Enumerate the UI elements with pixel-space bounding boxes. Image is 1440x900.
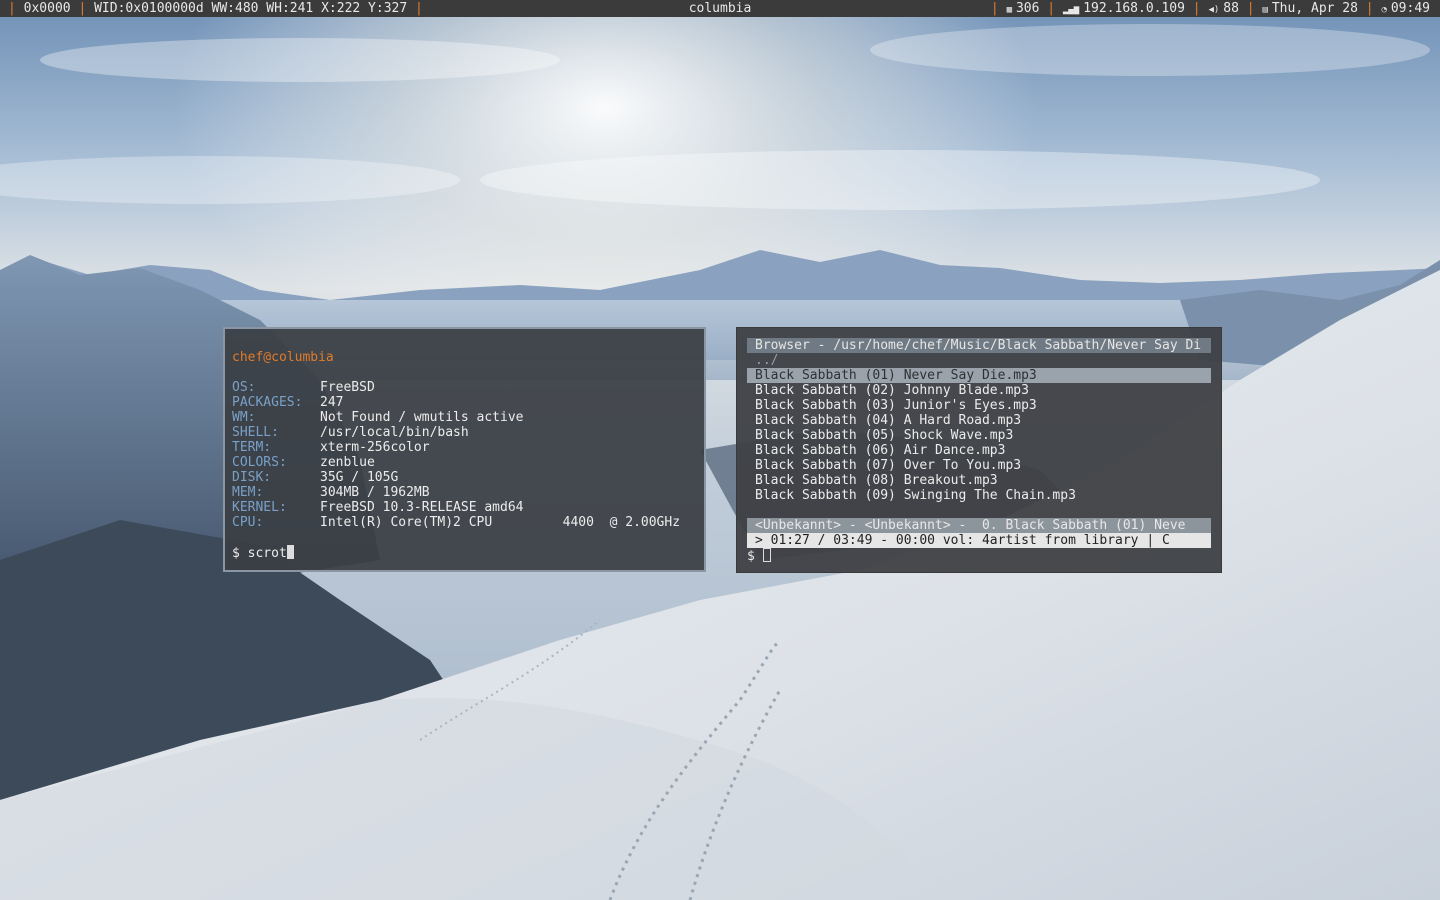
info-value: FreeBSD xyxy=(320,380,375,395)
info-value: FreeBSD 10.3-RELEASE amd64 xyxy=(320,500,524,515)
memory-value: 306 xyxy=(1015,1,1040,16)
signal-icon: ▂▄▆ xyxy=(1062,5,1080,15)
info-value: 304MB / 1962MB xyxy=(320,485,430,500)
info-key: OS: xyxy=(232,380,256,395)
info-key: SHELL: xyxy=(232,425,279,440)
system-info-row: CPU: Intel(R) Core(TM)2 CPU 4400 @ 2.00GH… xyxy=(232,515,704,530)
clock-icon: ◔ xyxy=(1381,5,1387,15)
track-item[interactable]: Black Sabbath (06) Air Dance.mp3 xyxy=(747,443,1221,458)
track-item-selected[interactable]: Black Sabbath (01) Never Say Die.mp3 xyxy=(747,368,1211,383)
info-value: 35G / 105G xyxy=(320,470,399,485)
parent-directory-item[interactable]: ../ xyxy=(747,353,1221,368)
hostname-title: columbia xyxy=(688,1,752,16)
info-value: /usr/local/bin/bash xyxy=(320,425,469,440)
info-value: xterm-256color xyxy=(320,440,430,455)
fetch-terminal-window[interactable]: chef@columbia OS: FreeBSD PACKAGES: 247 WM: N… xyxy=(223,327,706,572)
info-value: zenblue xyxy=(320,455,375,470)
separator: | xyxy=(78,1,87,16)
track-item[interactable]: Black Sabbath (04) A Hard Road.mp3 xyxy=(747,413,1221,428)
system-info-row: OS: FreeBSD xyxy=(232,380,704,395)
system-info-row: PACKAGES: 247 xyxy=(232,395,704,410)
player-progress-line: > 01:27 / 03:49 - 00:00 vol: 4artist fro… xyxy=(747,533,1211,548)
track-list: Black Sabbath (01) Never Say Die.mp3 Blac… xyxy=(747,368,1221,503)
info-value: Intel(R) Core(TM)2 CPU 4400 @ 2.00GHz xyxy=(320,515,681,530)
track-item[interactable]: Black Sabbath (08) Breakout.mp3 xyxy=(747,473,1221,488)
text-cursor xyxy=(762,548,771,562)
info-key: TERM: xyxy=(232,440,272,455)
prompt-command: $ scrot xyxy=(232,546,287,561)
status-bar-right: | ▦ 306 | ▂▄▆ 192.168.0.109 | ◀) 88 | ▤ Thu,… xyxy=(991,0,1430,19)
system-info-row: COLORS: zenblue xyxy=(232,455,704,470)
ip-address: 192.168.0.109 xyxy=(1083,1,1185,16)
user-host: chef@columbia xyxy=(232,350,334,365)
info-key: KERNEL: xyxy=(232,500,287,515)
memory-icon: ▦ xyxy=(1006,5,1012,15)
system-info-row: WM: Not Found / wmutils active xyxy=(232,410,704,425)
info-key: COLORS: xyxy=(232,455,287,470)
system-info-row: KERNEL: FreeBSD 10.3-RELEASE amd64 xyxy=(232,500,704,515)
track-item[interactable]: Black Sabbath (03) Junior's Eyes.mp3 xyxy=(747,398,1221,413)
text-cursor xyxy=(286,545,294,559)
system-info-row: SHELL: /usr/local/bin/bash xyxy=(232,425,704,440)
info-key: PACKAGES: xyxy=(232,395,303,410)
separator: | xyxy=(1246,1,1255,16)
now-playing-status: <Unbekannt> - <Unbekannt> - 0. Black Sab… xyxy=(747,518,1211,533)
system-info-row: MEM: 304MB / 1962MB xyxy=(232,485,704,500)
system-info-row: DISK: 35G / 105G xyxy=(232,470,704,485)
prompt-symbol: $ xyxy=(747,549,763,564)
track-item[interactable]: Black Sabbath (05) Shock Wave.mp3 xyxy=(747,428,1221,443)
separator: | xyxy=(8,1,16,16)
separator: | xyxy=(1365,1,1374,16)
calendar-icon: ▤ xyxy=(1262,5,1268,15)
time-value: 09:49 xyxy=(1390,1,1430,16)
separator: | xyxy=(1047,1,1056,16)
track-item[interactable]: Black Sabbath (02) Johnny Blade.mp3 xyxy=(747,383,1221,398)
info-key: CPU: xyxy=(232,515,264,530)
desktop-id: 0x0000 xyxy=(23,1,71,16)
info-key: WM: xyxy=(232,410,256,425)
track-item[interactable]: Black Sabbath (09) Swinging The Chain.mp… xyxy=(747,488,1221,503)
info-key: MEM: xyxy=(232,485,264,500)
info-value: Not Found / wmutils active xyxy=(320,410,524,425)
browser-header: Browser - /usr/home/chef/Music/Black Sab… xyxy=(747,338,1211,353)
desktop-wallpaper xyxy=(0,0,1440,900)
info-value: 247 xyxy=(320,395,344,410)
status-bar: | 0x0000 | WID:0x0100000d WW:480 WH:241 … xyxy=(0,0,1440,17)
date-value: Thu, Apr 28 xyxy=(1271,1,1358,16)
info-key: DISK: xyxy=(232,470,272,485)
separator: | xyxy=(1192,1,1201,16)
speaker-icon: ◀) xyxy=(1208,5,1220,15)
status-bar-left: | 0x0000 | WID:0x0100000d WW:480 WH:241 … xyxy=(8,0,423,17)
music-player-terminal-window[interactable]: Browser - /usr/home/chef/Music/Black Sab… xyxy=(736,327,1222,573)
system-info-row: TERM: xterm-256color xyxy=(232,440,704,455)
track-item[interactable]: Black Sabbath (07) Over To You.mp3 xyxy=(747,458,1221,473)
system-info-list: OS: FreeBSD PACKAGES: 247 WM: Not Found / wmu… xyxy=(232,380,704,530)
separator: | xyxy=(990,1,999,16)
window-info: WID:0x0100000d WW:480 WH:241 X:222 Y:327 xyxy=(94,1,408,16)
separator: | xyxy=(415,1,423,16)
shell-prompt[interactable]: $ scrot xyxy=(232,545,704,561)
volume-value: 88 xyxy=(1223,1,1239,16)
shell-prompt[interactable]: $ xyxy=(747,548,1221,564)
